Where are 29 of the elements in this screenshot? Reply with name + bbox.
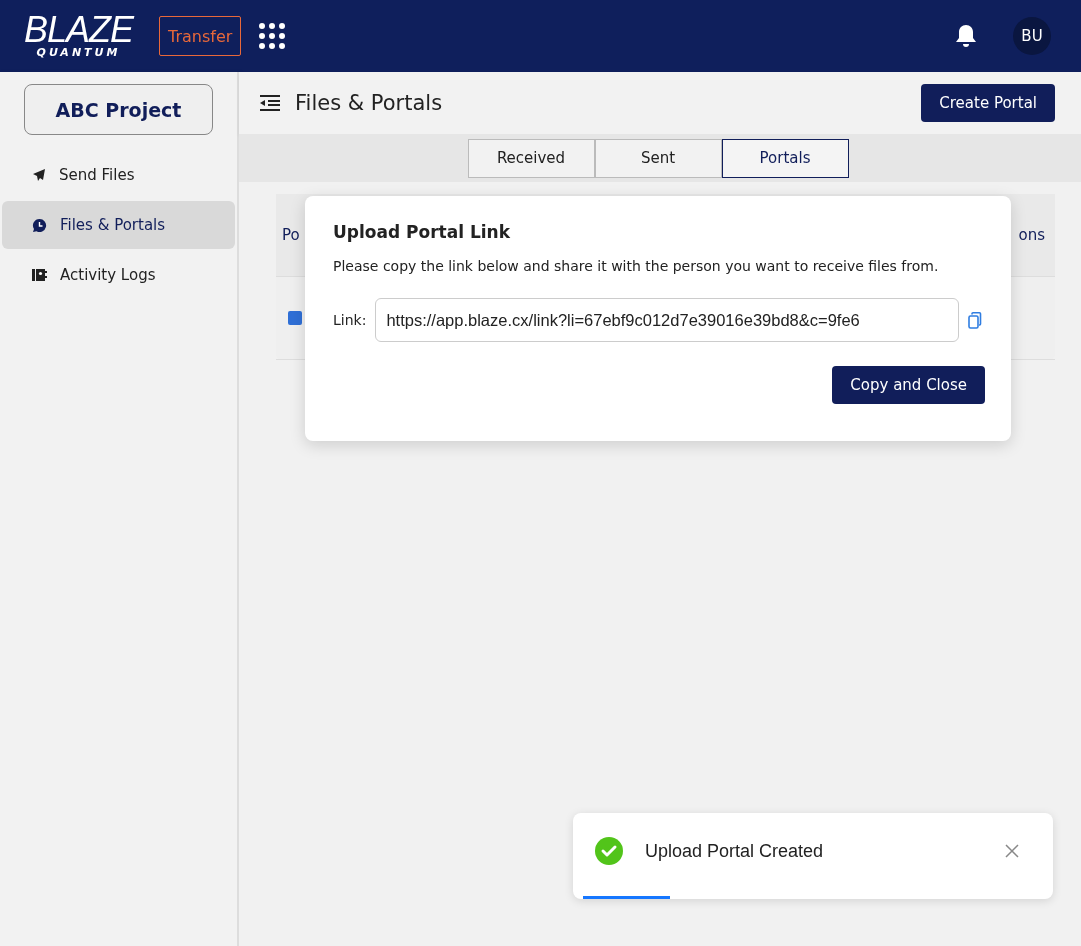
project-button[interactable]: ABC Project	[24, 84, 213, 135]
user-avatar[interactable]: BU	[1013, 17, 1051, 55]
clock-chat-icon	[32, 217, 47, 233]
page-title: Files & Portals	[295, 91, 443, 115]
paper-plane-icon	[32, 168, 46, 182]
link-label: Link:	[333, 312, 367, 328]
notification-bell-icon[interactable]	[955, 24, 977, 48]
dialog-title: Upload Portal Link	[333, 222, 511, 242]
sidebar-item[interactable]: Send Files	[2, 151, 235, 199]
copy-and-close-button[interactable]: Copy and Close	[832, 366, 985, 404]
menu-collapse-icon[interactable]	[259, 94, 281, 112]
success-check-icon	[595, 837, 623, 865]
tab[interactable]: Portals	[721, 138, 849, 178]
tab[interactable]: Sent	[594, 138, 722, 178]
contact-book-icon	[32, 268, 47, 282]
transfer-button[interactable]: Transfer	[159, 16, 242, 56]
column-header: ons	[1018, 226, 1045, 244]
dialog-message: Please copy the link below and share it with the person you want to receive files from.	[333, 258, 940, 274]
apps-grid-icon[interactable]	[259, 23, 286, 49]
logo: BLAZE QUANTUM	[24, 13, 134, 59]
create-portal-button[interactable]: Create Portal	[921, 84, 1055, 122]
sidebar-item[interactable]: Files & Portals	[2, 201, 235, 249]
copy-icon[interactable]	[968, 311, 983, 329]
close-icon[interactable]	[1005, 844, 1019, 858]
column-header: Po	[282, 226, 300, 244]
tab[interactable]: Received	[467, 138, 595, 178]
toast-message: Upload Portal Created	[645, 840, 825, 862]
sidebar-item[interactable]: Activity Logs	[2, 251, 235, 299]
link-field[interactable]: https://app.blaze.cx/link?li=67ebf9c012d7e39016e39bd8&c=9fe6	[375, 298, 960, 342]
